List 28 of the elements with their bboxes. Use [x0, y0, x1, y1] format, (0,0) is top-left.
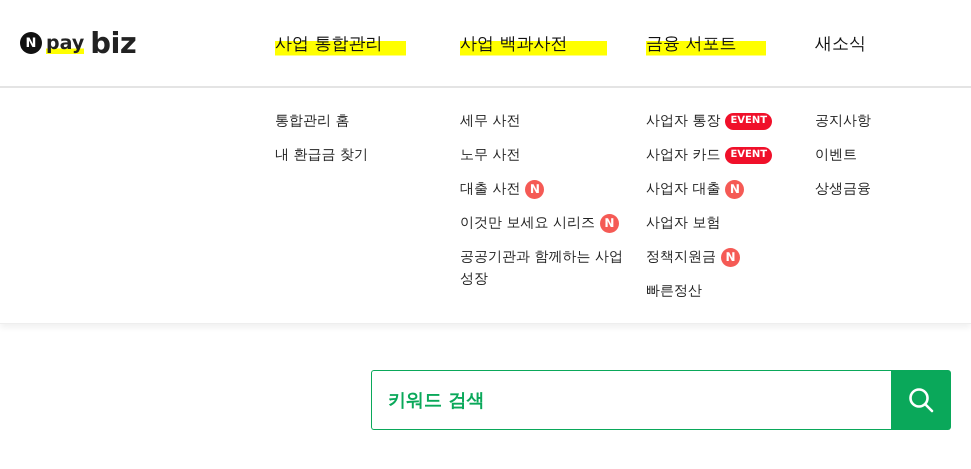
menu-link[interactable]: 공공기관과 함께하는 사업 성장 [460, 246, 630, 290]
logo-mark: N [20, 32, 42, 54]
event-badge: EVENT [725, 146, 772, 164]
search-button[interactable] [891, 370, 951, 430]
new-badge: N [525, 180, 544, 198]
menu-link[interactable]: 세무 사전 [460, 110, 630, 132]
menu-link[interactable]: 이벤트 [815, 144, 955, 166]
menu-link[interactable]: 이것만 보세요 시리즈 N [460, 212, 630, 234]
menu-link[interactable]: 내 환급금 찾기 [275, 144, 445, 166]
menu-link[interactable]: 노무 사전 [460, 144, 630, 166]
new-badge: N [721, 248, 740, 266]
nav-link[interactable]: 새소식 [815, 30, 866, 56]
menu-link[interactable]: 사업자 보험 [646, 212, 815, 234]
new-badge: N [725, 180, 744, 198]
menu-link[interactable]: 통합관리 홈 [275, 110, 445, 132]
menu-link[interactable]: 빠른정산 [646, 280, 815, 302]
menu-link[interactable]: 상생금융 [815, 178, 955, 200]
menu-link[interactable]: 사업자 통장 EVENT [646, 110, 815, 132]
menu-link[interactable]: 사업자 카드 EVENT [646, 144, 815, 166]
menu-link[interactable]: 공지사항 [815, 110, 955, 132]
logo-text: biz [90, 26, 136, 60]
event-badge: EVENT [725, 112, 772, 130]
new-badge: N [600, 214, 619, 232]
menu-link[interactable]: 정책지원금 N [646, 246, 815, 268]
menu-link[interactable]: 대출 사전 N [460, 178, 630, 200]
search-icon [908, 387, 934, 413]
menu-link[interactable]: 사업자 대출 N [646, 178, 815, 200]
search-field[interactable]: 키워드 검색 [371, 370, 891, 430]
